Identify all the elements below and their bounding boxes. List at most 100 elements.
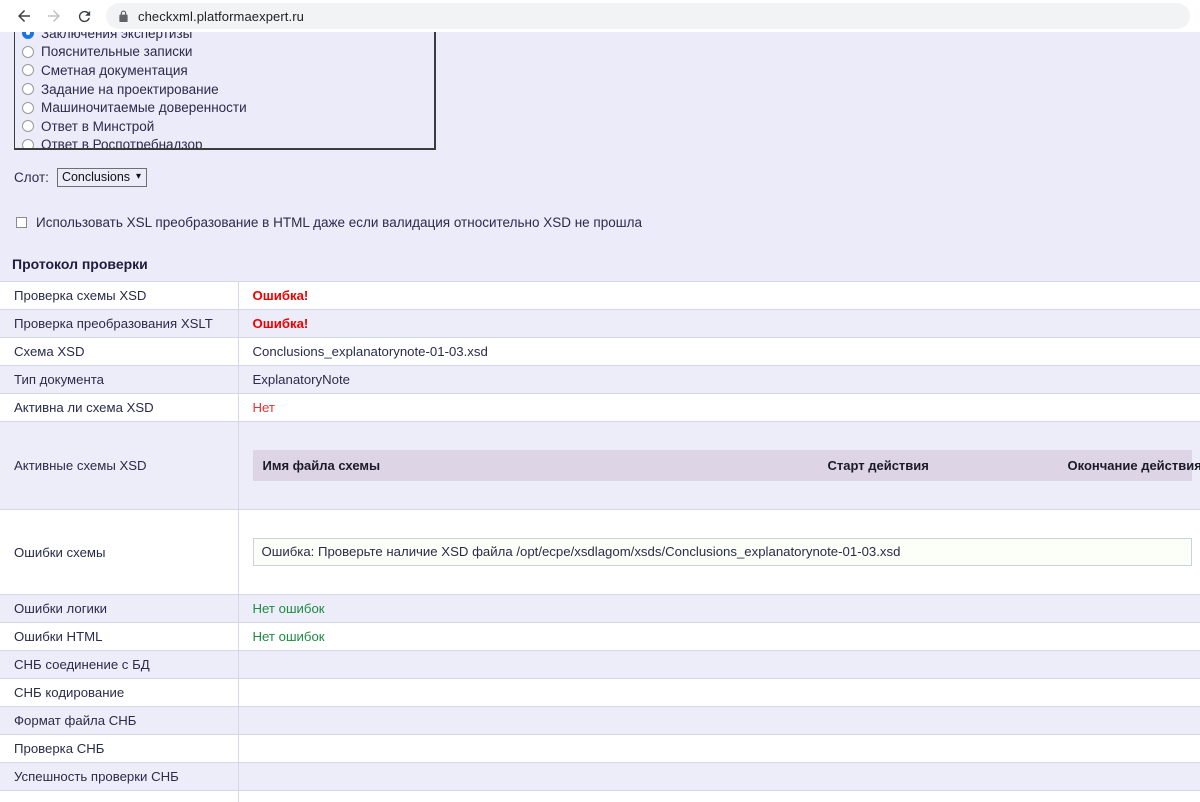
radio-item-4[interactable]: Машиночитаемые доверенности xyxy=(19,98,434,117)
row-value: ExplanatoryNote xyxy=(238,365,1200,394)
radio-label: Ответ в Роспотребнадзор xyxy=(41,137,203,150)
radio-button-icon[interactable] xyxy=(22,120,34,133)
row-label: Ошибки схемы xyxy=(0,509,239,595)
table-row: Проверка СНБ xyxy=(0,734,1200,763)
table-row: Успешность проверки СНБ xyxy=(0,762,1200,791)
row-value: Ошибка: Проверьте наличие XSD файла /opt… xyxy=(238,509,1200,595)
row-value: Имя файла схемы Старт действия Окончание… xyxy=(238,421,1200,510)
checkbox-icon[interactable] xyxy=(16,217,27,228)
slot-select[interactable]: Conclusions ▾ xyxy=(56,168,148,187)
slot-select-value: Conclusions xyxy=(61,170,131,184)
radio-label: Заключения экспертизы xyxy=(41,32,193,41)
status-badge: Ошибка! xyxy=(252,288,309,303)
status-badge: Ошибка! xyxy=(252,316,309,331)
document-type-radio-group: Заключения экспертизы Пояснительные запи… xyxy=(14,32,436,150)
table-row: Ошибки HTML Нет ошибок xyxy=(0,622,1200,651)
row-value xyxy=(238,650,1200,679)
arrow-right-icon xyxy=(45,7,63,25)
row-label: Активные схемы XSD xyxy=(0,421,239,510)
row-label: Проверка СНБ xyxy=(0,734,239,763)
radio-item-2[interactable]: Сметная документация xyxy=(19,61,434,80)
row-label: Успешность проверки СНБ xyxy=(0,762,239,791)
table-row: СНБ соединение с БД xyxy=(0,650,1200,679)
row-label: Формат файла СНБ xyxy=(0,706,239,735)
row-label: Ошибки соответствия СНБ xyxy=(0,790,239,802)
radio-label: Ответ в Минстрой xyxy=(41,118,155,134)
forward-button[interactable] xyxy=(40,2,68,30)
table-header-row: Имя файла схемы Старт действия Окончание… xyxy=(252,450,1200,481)
slot-row: Слот: Conclusions ▾ xyxy=(14,168,1200,187)
row-label: Активна ли схема XSD xyxy=(0,393,239,422)
row-value: Ошибка! xyxy=(238,281,1200,310)
slot-label: Слот: xyxy=(14,170,49,185)
back-button[interactable] xyxy=(10,2,38,30)
table-row: СНБ кодирование xyxy=(0,678,1200,707)
snb-mismatch-subtable-wrap: Тип Позиция Текст Полученное значение Ож… xyxy=(253,797,1193,802)
status-badge: Нет xyxy=(252,400,275,415)
row-value xyxy=(238,678,1200,707)
chevron-down-icon: ▾ xyxy=(136,171,142,182)
radio-button-icon[interactable] xyxy=(22,101,34,114)
row-label: Проверка схемы XSD xyxy=(0,281,239,310)
table-row-snb-mismatch: Ошибки соответствия СНБ Тип Позиция Текс… xyxy=(0,790,1200,802)
active-schemas-table: Имя файла схемы Старт действия Окончание… xyxy=(252,450,1200,481)
row-value: Conclusions_explanatorynote-01-03.xsd xyxy=(238,337,1200,366)
address-bar-url: checkxml.platformaexpert.ru xyxy=(138,8,304,24)
reload-button[interactable] xyxy=(70,2,98,30)
status-badge: Нет ошибок xyxy=(252,601,325,616)
table-row: Ошибки логики Нет ошибок xyxy=(0,594,1200,623)
row-value xyxy=(238,762,1200,791)
table-row: Тип документа ExplanatoryNote xyxy=(0,365,1200,394)
arrow-left-icon xyxy=(15,7,33,25)
page-content: Заключения экспертизы Пояснительные запи… xyxy=(0,32,1200,802)
row-value xyxy=(238,734,1200,763)
row-label: СНБ соединение с БД xyxy=(0,650,239,679)
radio-item-6[interactable]: Ответ в Роспотребнадзор xyxy=(19,136,434,150)
row-value: Нет ошибок xyxy=(238,622,1200,651)
row-label: Ошибки HTML xyxy=(0,622,239,651)
schema-error-message: Ошибка: Проверьте наличие XSD файла /opt… xyxy=(252,538,1192,566)
address-bar[interactable]: checkxml.platformaexpert.ru xyxy=(106,3,1190,29)
table-row: Формат файла СНБ xyxy=(0,706,1200,735)
radio-label: Машиночитаемые доверенности xyxy=(41,100,247,116)
radio-label: Задание на проектирование xyxy=(41,81,219,97)
xsl-transform-checkbox-row[interactable]: Использовать XSL преобразование в HTML д… xyxy=(16,215,1200,230)
column-header-start: Старт действия xyxy=(817,450,1058,481)
radio-button-icon[interactable] xyxy=(22,32,34,40)
row-value: Нет ошибок xyxy=(238,594,1200,623)
protocol-table: Проверка схемы XSD Ошибка! Проверка прео… xyxy=(0,281,1200,802)
radio-button-icon[interactable] xyxy=(22,83,34,96)
row-label: Тип документа xyxy=(0,365,239,394)
column-header-end: Окончание действия xyxy=(1057,450,1200,481)
table-row-schema-errors: Ошибки схемы Ошибка: Проверьте наличие X… xyxy=(0,509,1200,595)
radio-label: Сметная документация xyxy=(41,62,188,78)
row-label: Схема XSD xyxy=(0,337,239,366)
row-value: Нет xyxy=(238,393,1200,422)
table-row: Схема XSD Conclusions_explanatorynote-01… xyxy=(0,337,1200,366)
column-header-schema-file: Имя файла схемы xyxy=(252,450,818,481)
row-label: Ошибки логики xyxy=(0,594,239,623)
radio-button-icon[interactable] xyxy=(22,138,34,148)
table-row: Проверка схемы XSD Ошибка! xyxy=(0,281,1200,310)
page-title: Протокол проверки xyxy=(12,256,148,272)
row-label: Проверка преобразования XSLT xyxy=(0,309,239,338)
xsl-transform-checkbox-label: Использовать XSL преобразование в HTML д… xyxy=(36,215,642,230)
radio-label: Пояснительные записки xyxy=(41,44,193,60)
reload-icon xyxy=(76,8,93,25)
row-label: СНБ кодирование xyxy=(0,678,239,707)
row-value xyxy=(238,706,1200,735)
status-badge: Нет ошибок xyxy=(252,629,325,644)
active-schemas-subtable-wrap: Имя файла схемы Старт действия Окончание… xyxy=(252,428,1200,503)
table-row: Проверка преобразования XSLT Ошибка! xyxy=(0,309,1200,338)
radio-item-1[interactable]: Пояснительные записки xyxy=(19,43,434,62)
radio-button-icon[interactable] xyxy=(22,45,34,58)
row-value: Тип Позиция Текст Полученное значение Ож… xyxy=(238,790,1200,802)
radio-button-icon[interactable] xyxy=(22,64,34,77)
row-value: Ошибка! xyxy=(238,309,1200,338)
lock-icon xyxy=(118,10,129,23)
radio-item-3[interactable]: Задание на проектирование xyxy=(19,80,434,99)
radio-item-5[interactable]: Ответ в Минстрой xyxy=(19,117,434,136)
table-row-active-schemas: Активные схемы XSD Имя файла схемы Старт… xyxy=(0,421,1200,510)
table-row: Активна ли схема XSD Нет xyxy=(0,393,1200,422)
radio-item-0[interactable]: Заключения экспертизы xyxy=(19,32,434,43)
